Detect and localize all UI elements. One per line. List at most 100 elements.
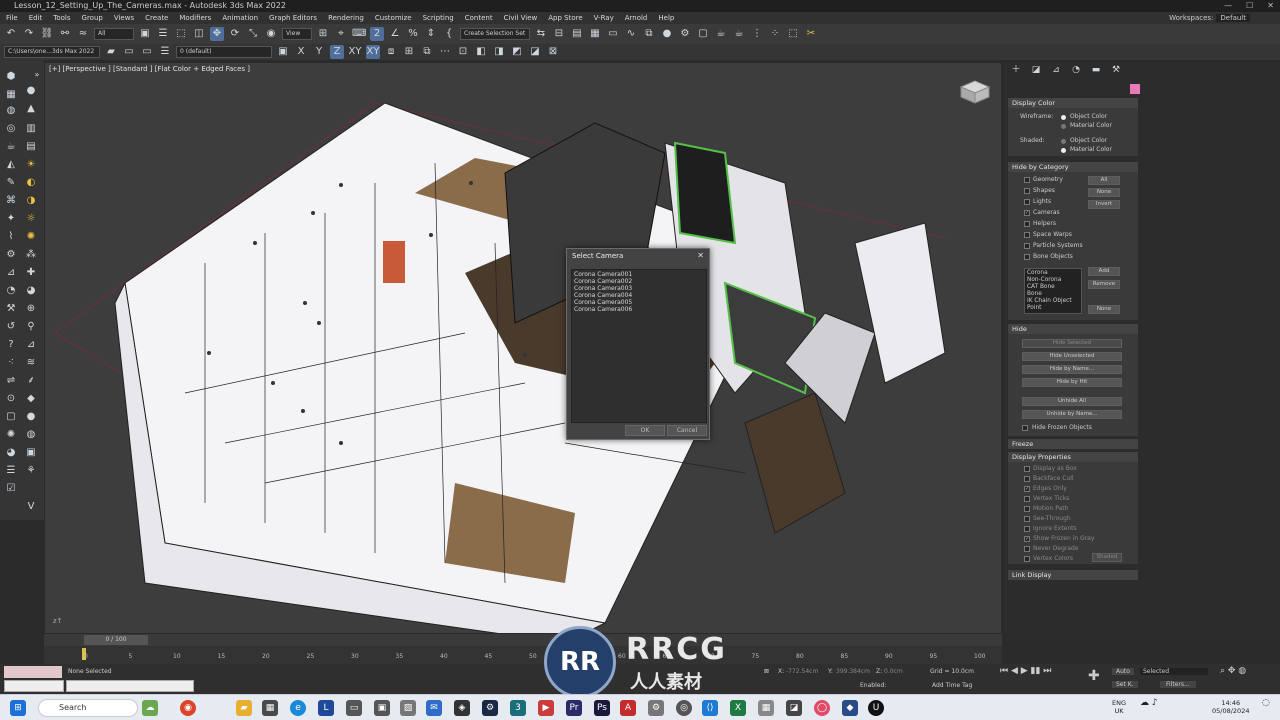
reference-coord-dropdown[interactable]: View xyxy=(282,28,312,40)
menu-file[interactable]: File xyxy=(6,12,18,24)
rollout-header[interactable]: Display Color xyxy=(1008,98,1138,108)
calculator-icon[interactable]: ▣ xyxy=(374,700,390,716)
shaded-button[interactable]: Shaded xyxy=(1092,553,1122,562)
unhide-all-button[interactable]: Unhide All xyxy=(1022,397,1122,406)
category-list-item[interactable]: Non-Corona xyxy=(1027,277,1079,284)
rotate-icon[interactable]: ⟳ xyxy=(228,27,242,41)
shaded-object-color-radio[interactable] xyxy=(1061,139,1066,144)
camera-list-item[interactable]: Corona Camera003 xyxy=(574,285,704,292)
app2-icon[interactable]: ⚙ xyxy=(648,700,664,716)
toggle-layer-explorer-icon[interactable]: ▦ xyxy=(588,27,602,41)
systems-icon[interactable]: ⚙ xyxy=(4,248,18,262)
track-bar[interactable]: 0510152025303540455055606570758085909510… xyxy=(44,646,1002,664)
teapot-icon[interactable]: ☕ xyxy=(4,140,18,154)
wireframe-material-color-radio[interactable] xyxy=(1061,124,1066,129)
viewport-label[interactable]: [+] [Perspective ] [Standard ] [Flat Col… xyxy=(49,65,250,73)
3dsmax-icon[interactable]: 3 xyxy=(510,700,526,716)
menu-content[interactable]: Content xyxy=(465,12,493,24)
camera-list-item[interactable]: Corona Camera006 xyxy=(574,306,704,313)
omni-light-icon[interactable]: ◐ xyxy=(24,176,38,190)
camera-list-item[interactable]: Corona Camera001 xyxy=(574,271,704,278)
toggle-scene-explorer-icon[interactable]: ▤ xyxy=(570,27,584,41)
axis-xy-cycle-button[interactable]: XY xyxy=(366,45,380,59)
torus-icon[interactable]: ◎ xyxy=(4,122,18,136)
snaps-toggle-icon[interactable]: 2 xyxy=(370,27,384,41)
none-button[interactable]: None xyxy=(1088,188,1120,197)
app6-icon[interactable]: ◆ xyxy=(842,700,858,716)
edit-named-sets-icon[interactable]: { xyxy=(442,27,456,41)
pin-icon[interactable]: ⊙ xyxy=(4,392,18,406)
y-coordinate-field[interactable]: 399.384cm xyxy=(836,668,870,675)
menu-tools[interactable]: Tools xyxy=(53,12,70,24)
unhide-by-name-button[interactable]: Unhide by Name... xyxy=(1022,410,1122,419)
unreal-icon[interactable]: U xyxy=(868,700,884,716)
shapes-icon[interactable]: ✎ xyxy=(4,176,18,190)
material-editor-icon[interactable]: ● xyxy=(660,27,674,41)
tube-icon[interactable]: ▥ xyxy=(24,122,38,136)
cloth-icon[interactable]: ≋ xyxy=(24,356,38,370)
snap-tool-icon[interactable]: ⧈ xyxy=(384,45,398,59)
create-geometry-icon[interactable]: ⬢ xyxy=(4,70,18,84)
reaction-icon[interactable]: ⇌ xyxy=(4,374,18,388)
dots-icon[interactable]: ⁘ xyxy=(768,27,782,41)
spacewarp-icon[interactable]: ⌇ xyxy=(4,230,18,244)
unlink-icon[interactable]: ⚯ xyxy=(58,27,72,41)
select-manipulate-icon[interactable]: ⌖ xyxy=(334,27,348,41)
maximize-button[interactable]: ☐ xyxy=(1246,0,1253,12)
show-frozen-gray-checkbox[interactable]: ✓ xyxy=(1024,536,1030,542)
none-category-button[interactable]: None xyxy=(1088,305,1120,314)
onenote-icon[interactable]: L xyxy=(318,700,334,716)
bone-icon[interactable]: ✚ xyxy=(24,266,38,280)
shaded-material-color-radio[interactable] xyxy=(1061,148,1066,153)
menu-views[interactable]: Views xyxy=(114,12,134,24)
align-normal-icon[interactable]: ◧ xyxy=(474,45,488,59)
axis-x-button[interactable]: X xyxy=(294,45,308,59)
nav-controls-icon[interactable]: ⌕ ✥ ◍ xyxy=(1220,666,1246,676)
toggle-ribbon-icon[interactable]: ▭ xyxy=(606,27,620,41)
network-icon[interactable]: ☁ ♪ xyxy=(1140,699,1158,708)
bind-spacewarp-icon[interactable]: ≈ xyxy=(76,27,90,41)
photoshop-icon[interactable]: Ps xyxy=(594,700,610,716)
display-icon[interactable]: ◕ xyxy=(24,284,38,298)
hair-icon[interactable]: ⸙ xyxy=(24,374,38,388)
category-list-item[interactable]: Bone xyxy=(1027,291,1079,298)
hide-by-hit-button[interactable]: Hide by Hit xyxy=(1022,378,1122,387)
shapes-checkbox[interactable] xyxy=(1024,188,1030,194)
layer-add-icon[interactable]: ▭ xyxy=(122,45,136,59)
filters-button[interactable]: Filters... xyxy=(1160,681,1196,688)
sun-icon[interactable]: ☼ xyxy=(24,212,38,226)
expand-icon[interactable]: » xyxy=(30,68,44,82)
taskbar-search[interactable]: Search xyxy=(38,699,138,717)
helpers-checkbox[interactable] xyxy=(1024,221,1030,227)
hierarchy-icon[interactable]: ⊿ xyxy=(4,266,18,280)
obs-icon[interactable]: ◎ xyxy=(676,700,692,716)
photos-icon[interactable]: ▧ xyxy=(400,700,416,716)
never-degrade-checkbox[interactable] xyxy=(1024,546,1030,552)
edge-icon[interactable]: e xyxy=(290,700,306,716)
menu-group[interactable]: Group xyxy=(82,12,103,24)
set-key-button[interactable]: Set K. xyxy=(1112,681,1138,688)
render-setup-icon[interactable]: ⚙ xyxy=(678,27,692,41)
spinner-snap-icon[interactable]: ⇕ xyxy=(424,27,438,41)
select-object-icon[interactable]: ▣ xyxy=(138,27,152,41)
motion-tab-icon[interactable]: ◔ xyxy=(1070,64,1082,76)
script-tab-1[interactable] xyxy=(4,680,64,692)
chrome-icon[interactable]: ◉ xyxy=(180,700,196,716)
menu-graph-editors[interactable]: Graph Editors xyxy=(269,12,317,24)
axis-xy-button[interactable]: XY xyxy=(348,45,362,59)
pyramid-icon[interactable]: ◭ xyxy=(4,158,18,172)
premiere-icon[interactable]: Pr xyxy=(566,700,582,716)
z-coordinate-field[interactable]: 0.0cm xyxy=(884,668,903,675)
layer-dropdown[interactable]: 0 (default) xyxy=(176,46,272,58)
align-camera-icon[interactable]: ◪ xyxy=(528,45,542,59)
acrobat-icon[interactable]: A xyxy=(620,700,636,716)
menu-animation[interactable]: Animation xyxy=(222,12,258,24)
helper-icon[interactable]: ✦ xyxy=(4,212,18,226)
category-list-item[interactable]: CAT Bone xyxy=(1027,284,1079,291)
checklist-icon[interactable]: ☑ xyxy=(4,482,18,496)
percent-snap-icon[interactable]: % xyxy=(406,27,420,41)
all-button[interactable]: All xyxy=(1088,176,1120,185)
curve-editor-icon[interactable]: ∿ xyxy=(624,27,638,41)
globe-icon[interactable]: ◍ xyxy=(24,428,38,442)
align-view-icon[interactable]: ◨ xyxy=(492,45,506,59)
